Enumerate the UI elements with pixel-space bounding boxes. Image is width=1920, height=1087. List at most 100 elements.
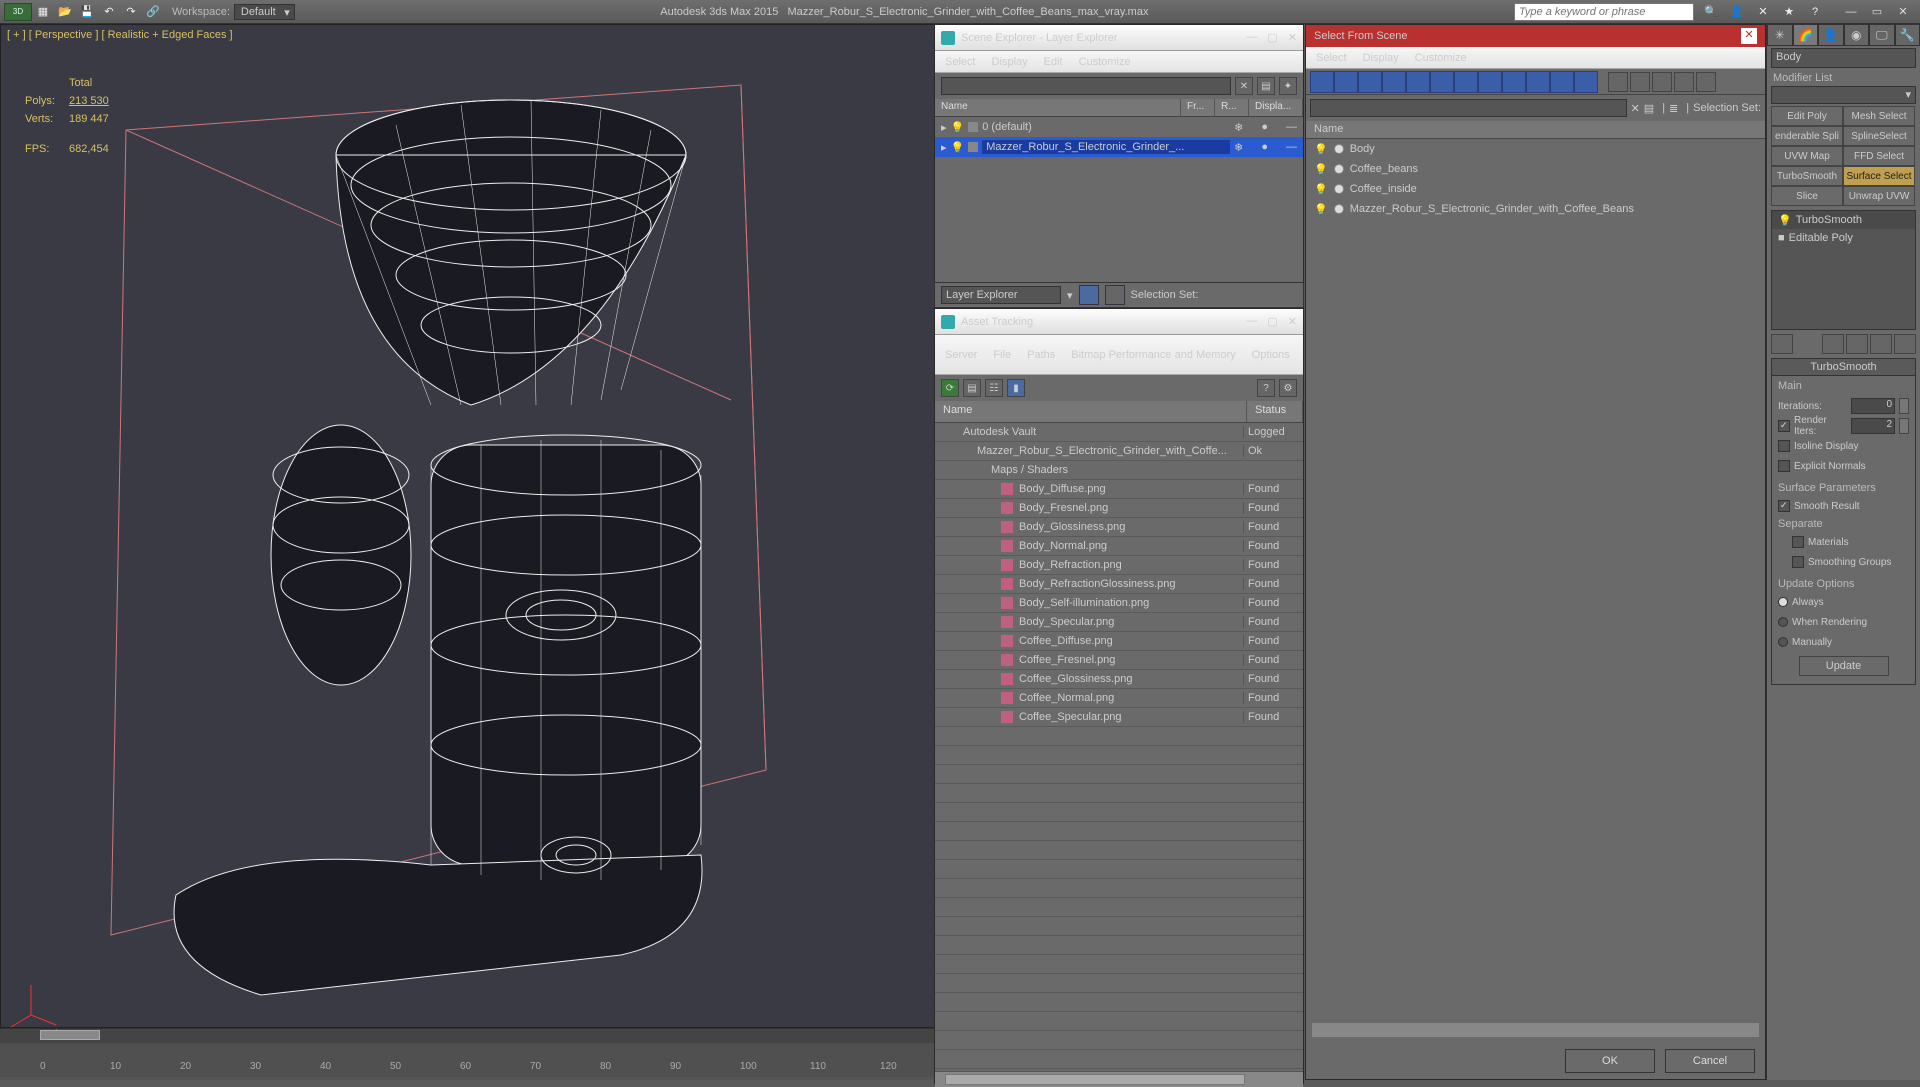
- scene-object-row[interactable]: 💡Coffee_beans: [1306, 159, 1765, 179]
- layers-icon[interactable]: [1079, 285, 1099, 305]
- link-icon[interactable]: 🔗: [144, 3, 162, 21]
- tab-hierarchy-icon[interactable]: 👤: [1818, 24, 1844, 46]
- asset-row[interactable]: Coffee_Fresnel.pngFound: [935, 651, 1303, 670]
- tab-modify-icon[interactable]: 🌈: [1793, 24, 1819, 46]
- scene-explorer-columns[interactable]: Name Fr... R... Displa...: [935, 99, 1303, 117]
- menu-item[interactable]: Select: [945, 56, 976, 68]
- make-unique-icon[interactable]: [1846, 334, 1868, 354]
- display-option-icon[interactable]: [1630, 72, 1650, 92]
- update-when-rendering-radio[interactable]: [1778, 617, 1788, 627]
- filter-type-icon[interactable]: [1550, 71, 1574, 93]
- layers-icon[interactable]: ≣: [1669, 102, 1678, 115]
- scene-object-row[interactable]: 💡Coffee_inside: [1306, 179, 1765, 199]
- exchange-icon[interactable]: ✕: [1754, 3, 1772, 21]
- modifier-shortcut-button[interactable]: Edit Poly: [1771, 106, 1843, 126]
- menu-item[interactable]: Customize: [1415, 52, 1467, 64]
- tree-icon[interactable]: ☷: [985, 379, 1003, 397]
- filter-type-icon[interactable]: [1574, 71, 1598, 93]
- help-search-input[interactable]: [1514, 3, 1694, 21]
- menu-item[interactable]: Customize: [1079, 56, 1131, 68]
- asset-row[interactable]: Maps / Shaders: [935, 461, 1303, 480]
- help-icon[interactable]: ?: [1806, 3, 1824, 21]
- display-option-icon[interactable]: [1696, 72, 1716, 92]
- window-close-icon[interactable]: ✕: [1890, 3, 1916, 21]
- tab-utilities-icon[interactable]: 🔧: [1895, 24, 1920, 46]
- modifier-shortcut-button[interactable]: enderable Spli: [1771, 126, 1843, 146]
- horizontal-scrollbar[interactable]: [1312, 1023, 1759, 1037]
- window-restore-icon[interactable]: ▭: [1864, 3, 1890, 21]
- search-go-icon[interactable]: 🔍: [1702, 3, 1720, 21]
- highlight-icon[interactable]: ▮: [1007, 379, 1025, 397]
- filter-type-icon[interactable]: [1454, 71, 1478, 93]
- asset-row[interactable]: Autodesk VaultLogged: [935, 423, 1303, 442]
- asset-row[interactable]: Body_Fresnel.pngFound: [935, 499, 1303, 518]
- freeze-icon[interactable]: ❄: [1234, 121, 1243, 134]
- signin-icon[interactable]: 👤: [1728, 3, 1746, 21]
- box-icon[interactable]: ■: [1778, 232, 1785, 244]
- asset-row[interactable]: Coffee_Diffuse.pngFound: [935, 632, 1303, 651]
- layer-tool-icon[interactable]: [1105, 285, 1125, 305]
- render-icon[interactable]: ●: [1261, 121, 1268, 134]
- menu-item[interactable]: Edit: [1044, 56, 1063, 68]
- modifier-shortcut-button[interactable]: Mesh Select: [1843, 106, 1915, 126]
- asset-row[interactable]: Coffee_Specular.pngFound: [935, 708, 1303, 727]
- menu-item[interactable]: File: [993, 349, 1011, 361]
- filter-type-icon[interactable]: [1310, 71, 1334, 93]
- modifier-shortcut-button[interactable]: SplineSelect: [1843, 126, 1915, 146]
- menu-item[interactable]: Display: [1363, 52, 1399, 64]
- clear-icon[interactable]: ✕: [1631, 102, 1640, 115]
- modifier-shortcut-button[interactable]: TurboSmooth: [1771, 166, 1843, 186]
- tab-create-icon[interactable]: ✳: [1767, 24, 1793, 46]
- render-iters-checkbox[interactable]: [1778, 420, 1790, 432]
- scene-explorer-row[interactable]: ▸💡0 (default)❄●—: [935, 117, 1303, 137]
- smoothing-groups-checkbox[interactable]: [1792, 556, 1804, 568]
- asset-row[interactable]: Coffee_Glossiness.pngFound: [935, 670, 1303, 689]
- view-mode-icon[interactable]: ▤: [1257, 77, 1275, 95]
- configure-sets-icon[interactable]: [1894, 334, 1916, 354]
- filter-type-icon[interactable]: [1526, 71, 1550, 93]
- asset-row[interactable]: Body_Normal.pngFound: [935, 537, 1303, 556]
- asset-row[interactable]: Body_RefractionGlossiness.pngFound: [935, 575, 1303, 594]
- horizontal-scrollbar[interactable]: [935, 1071, 1303, 1087]
- close-icon[interactable]: ✕: [1288, 31, 1297, 44]
- show-end-result-icon[interactable]: [1822, 334, 1844, 354]
- select-from-scene-list[interactable]: 💡Body💡Coffee_beans💡Coffee_inside💡Mazzer_…: [1306, 139, 1765, 219]
- time-slider[interactable]: 0 / 225: [0, 1029, 936, 1043]
- menu-item[interactable]: Paths: [1027, 349, 1055, 361]
- minimize-icon[interactable]: —: [1246, 315, 1257, 328]
- close-icon[interactable]: ✕: [1288, 315, 1297, 328]
- tab-motion-icon[interactable]: ◉: [1844, 24, 1870, 46]
- render-icon[interactable]: ●: [1261, 141, 1268, 154]
- viewport-perspective[interactable]: [ + ] [ Perspective ] [ Realistic + Edge…: [0, 24, 936, 1028]
- modifier-list-dropdown[interactable]: [1771, 86, 1916, 104]
- scene-explorer-filter-input[interactable]: [941, 77, 1231, 95]
- scene-object-row[interactable]: 💡Mazzer_Robur_S_Electronic_Grinder_with_…: [1306, 199, 1765, 219]
- scene-object-row[interactable]: 💡Body: [1306, 139, 1765, 159]
- render-iters-spinner[interactable]: 2: [1851, 418, 1895, 434]
- visibility-bulb-icon[interactable]: 💡: [951, 141, 965, 154]
- freeze-icon[interactable]: ❄: [1234, 141, 1243, 154]
- minimize-icon[interactable]: —: [1246, 31, 1257, 44]
- expand-icon[interactable]: ▸: [941, 141, 947, 154]
- filter-type-icon[interactable]: [1430, 71, 1454, 93]
- modifier-shortcut-button[interactable]: Surface Select: [1843, 166, 1915, 186]
- redo-icon[interactable]: ↷: [122, 3, 140, 21]
- object-name-field[interactable]: Body: [1771, 48, 1916, 68]
- modifier-stack-item[interactable]: ■ Editable Poly: [1772, 229, 1915, 247]
- undo-icon[interactable]: ↶: [100, 3, 118, 21]
- layer-explorer-input[interactable]: [941, 286, 1061, 304]
- time-slider-handle[interactable]: [40, 1030, 100, 1040]
- modifier-shortcut-button[interactable]: Unwrap UVW: [1843, 186, 1915, 206]
- display-option-icon[interactable]: [1652, 72, 1672, 92]
- bulb-icon[interactable]: 💡: [1778, 214, 1792, 227]
- expand-icon[interactable]: ▸: [941, 121, 947, 134]
- spinner-buttons[interactable]: [1899, 418, 1909, 434]
- modifier-shortcut-button[interactable]: Slice: [1771, 186, 1843, 206]
- modifier-shortcut-button[interactable]: FFD Select: [1843, 146, 1915, 166]
- name-column-header[interactable]: Name: [1306, 121, 1765, 139]
- find-input[interactable]: [1310, 99, 1627, 117]
- display-icon[interactable]: —: [1286, 141, 1297, 154]
- asset-row[interactable]: Body_Diffuse.pngFound: [935, 480, 1303, 499]
- window-minimize-icon[interactable]: —: [1838, 3, 1864, 21]
- modifier-shortcut-button[interactable]: UVW Map: [1771, 146, 1843, 166]
